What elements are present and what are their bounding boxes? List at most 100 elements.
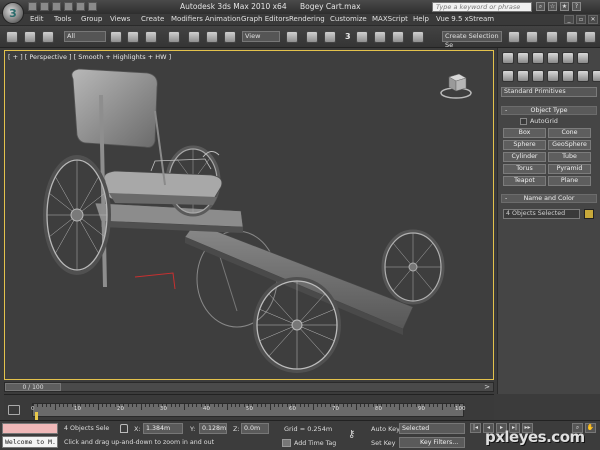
track-bar-strip[interactable]: 0 10 20 30 40 50 60 70 80 90 100 [31,403,466,424]
modify-tab-icon[interactable] [517,52,529,64]
window-crossing-icon[interactable] [168,31,180,43]
autogrid-checkbox[interactable]: AutoGrid [520,118,558,125]
communication-icon[interactable]: ☆ [548,2,557,11]
teapot-button[interactable]: Teapot [503,176,546,186]
redo-icon[interactable] [76,2,85,11]
app-logo-icon[interactable]: 3 [2,2,24,24]
geometry-icon[interactable] [502,70,514,82]
open-file-icon[interactable] [40,2,49,11]
help-icon[interactable]: ? [572,2,581,11]
utilities-tab-icon[interactable] [577,52,589,64]
maxscript-output[interactable]: Welcome to M. [2,436,58,448]
menu-modifiers[interactable]: Modifiers [171,15,203,23]
mirror-icon[interactable] [508,31,520,43]
select-manipulate-icon[interactable] [306,31,318,43]
binoculars-icon[interactable]: ⌕ [536,2,545,11]
perspective-viewport[interactable]: [ + ] [ Perspective ] [ Smooth + Highlig… [4,50,494,380]
edit-named-selection-icon[interactable] [412,31,424,43]
pivot-center-icon[interactable] [286,31,298,43]
select-link-icon[interactable] [6,31,18,43]
rotate-icon[interactable] [206,31,218,43]
select-object-icon[interactable] [110,31,122,43]
restore-icon[interactable]: ▫ [576,15,586,24]
bind-space-warp-icon[interactable] [42,31,54,43]
layer-manager-icon[interactable] [546,31,558,43]
region-select-icon[interactable] [145,31,157,43]
help-search-input[interactable]: Type a keyword or phrase [432,2,532,12]
time-slider-thumb[interactable]: 0 / 100 [5,383,61,391]
menu-views[interactable]: Views [110,15,130,23]
mini-curve-editor-icon[interactable] [8,405,20,415]
spinner-snap-icon[interactable] [392,31,404,43]
angle-snap-icon[interactable] [356,31,368,43]
selection-filter-dropdown[interactable]: All [64,31,106,42]
object-name-field[interactable]: 4 Objects Selected [503,209,580,219]
move-icon[interactable] [188,31,200,43]
add-time-tag-button[interactable]: Add Time Tag [282,439,336,447]
object-color-swatch[interactable] [584,209,594,219]
name-and-color-rollout[interactable]: - Name and Color [501,194,597,203]
keyboard-shortcut-icon[interactable] [324,31,336,43]
new-file-icon[interactable] [28,2,37,11]
menu-rendering[interactable]: Rendering [289,15,325,23]
snap-toggle-icon[interactable]: 3 [345,32,351,41]
maxscript-listener-input[interactable] [2,423,58,434]
menu-edit[interactable]: Edit [30,15,44,23]
align-icon[interactable] [526,31,538,43]
menu-tools[interactable]: Tools [54,15,71,23]
menu-maxscript[interactable]: MAXScript [372,15,408,23]
menu-help[interactable]: Help [413,15,429,23]
close-icon[interactable]: ✕ [588,15,598,24]
cone-button[interactable]: Cone [548,128,591,138]
menu-vue-xstream[interactable]: Vue 9.5 xStream [436,15,494,23]
lights-icon[interactable] [532,70,544,82]
z-coordinate-field[interactable]: 0.0m [241,423,269,434]
minimize-icon[interactable]: _ [564,15,574,24]
go-to-start-icon[interactable]: |◂ [470,423,481,433]
geosphere-button[interactable]: GeoSphere [548,140,591,150]
favorites-icon[interactable]: ★ [560,2,569,11]
render-icon[interactable] [584,31,596,43]
viewcube-icon[interactable] [439,69,473,103]
display-tab-icon[interactable] [562,52,574,64]
sphere-button[interactable]: Sphere [503,140,546,150]
scale-icon[interactable] [224,31,236,43]
tube-button[interactable]: Tube [548,152,591,162]
object-type-rollout[interactable]: - Object Type [501,106,597,115]
plane-button[interactable]: Plane [548,176,591,186]
key-filters-button[interactable]: Key Filters... [399,437,465,448]
set-key-button[interactable]: Set Key [371,439,396,447]
motion-tab-icon[interactable] [547,52,559,64]
reference-coord-dropdown[interactable]: View [242,31,280,42]
render-setup-icon[interactable] [566,31,578,43]
time-slider[interactable]: 0 / 100 > [4,382,494,392]
select-by-name-icon[interactable] [127,31,139,43]
menu-customize[interactable]: Customize [330,15,367,23]
menu-group[interactable]: Group [81,15,102,23]
undo-icon[interactable] [64,2,73,11]
key-icon[interactable]: ⚷ [348,429,355,440]
unlink-icon[interactable] [24,31,36,43]
cylinder-button[interactable]: Cylinder [503,152,546,162]
key-mode-dropdown[interactable]: Selected [399,423,465,434]
create-tab-icon[interactable] [502,52,514,64]
space-warps-icon[interactable] [577,70,589,82]
project-folder-icon[interactable] [88,2,97,11]
save-file-icon[interactable] [52,2,61,11]
cameras-icon[interactable] [547,70,559,82]
menu-animation[interactable]: Animation [205,15,241,23]
menu-graph-editors[interactable]: Graph Editors [241,15,289,23]
named-selection-dropdown[interactable]: Create Selection Se [442,31,502,49]
systems-icon[interactable] [592,70,600,82]
pan-icon[interactable]: ✋ [585,423,596,433]
box-button[interactable]: Box [503,128,546,138]
auto-key-button[interactable]: Auto Key [371,425,400,433]
percent-snap-icon[interactable] [374,31,386,43]
torus-button[interactable]: Torus [503,164,546,174]
shapes-icon[interactable] [517,70,529,82]
primitive-category-dropdown[interactable]: Standard Primitives [501,87,597,97]
next-frame-icon[interactable]: > [484,383,490,391]
pyramid-button[interactable]: Pyramid [548,164,591,174]
helpers-icon[interactable] [562,70,574,82]
y-coordinate-field[interactable]: 0.128m [199,423,227,434]
